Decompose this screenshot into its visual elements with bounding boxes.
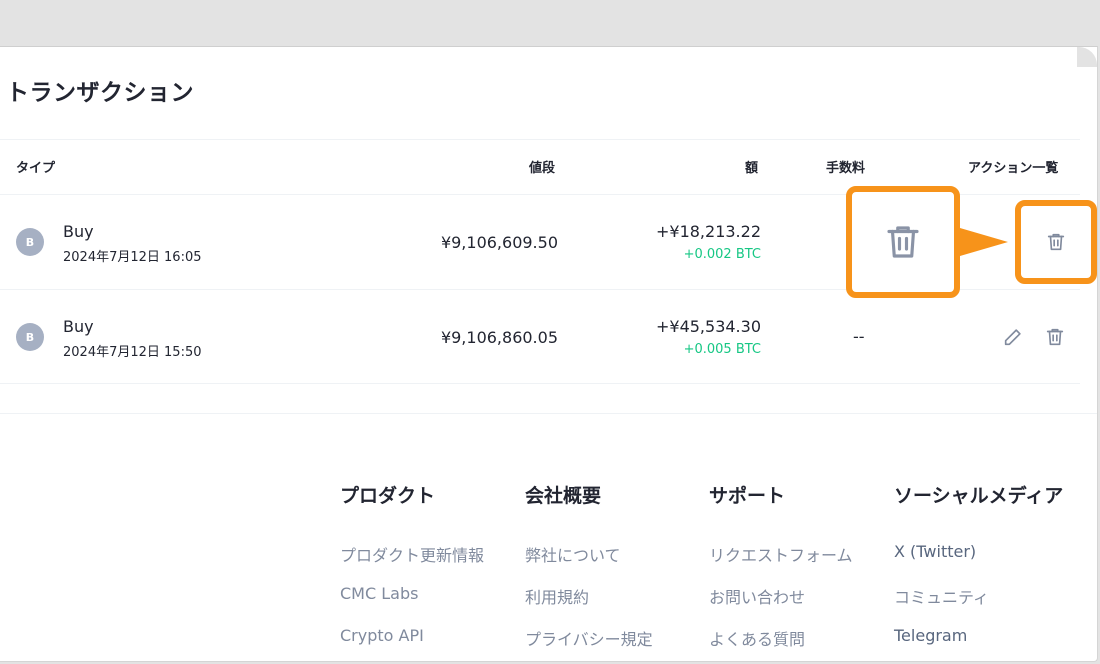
pointer-arrow [960, 228, 1008, 256]
column-header-fee[interactable]: 手数料 [826, 157, 865, 176]
footer-divider [0, 413, 1097, 414]
footer-link-faq[interactable]: よくある質問 [709, 626, 805, 650]
table-row[interactable]: B Buy 2024年7月12日 15:50 ¥9,106,860.05 +¥4… [0, 290, 1080, 384]
footer-link-product-updates[interactable]: プロダクト更新情報 [340, 542, 484, 566]
footer-link-contact[interactable]: お問い合わせ [709, 584, 805, 608]
transaction-quantity: +0.002 BTC [683, 247, 761, 262]
bitcoin-coin-icon: B [16, 323, 44, 351]
trash-button-highlight[interactable] [1015, 200, 1097, 284]
enlarged-trash-callout [846, 186, 960, 298]
footer-link-terms[interactable]: 利用規約 [525, 584, 589, 608]
column-header-price[interactable]: 値段 [529, 157, 555, 176]
trash-icon[interactable] [1043, 325, 1067, 349]
transaction-price: ¥9,106,860.05 [440, 328, 558, 347]
footer-heading-support: サポート [709, 485, 786, 507]
main-window: トランザクション タイプ 値段 額 手数料 アクション一覧 B Buy 2024… [0, 46, 1098, 662]
transaction-type: Buy [63, 317, 94, 336]
transaction-quantity: +0.005 BTC [683, 342, 761, 357]
transaction-type: Buy [63, 222, 94, 241]
transaction-price: ¥9,106,609.50 [440, 233, 558, 252]
column-header-amount[interactable]: 額 [745, 157, 758, 176]
transaction-amount: +¥18,213.22 [655, 222, 761, 241]
column-header-actions: アクション一覧 [968, 161, 1059, 176]
page-title: トランザクション [6, 80, 194, 106]
footer-link-telegram[interactable]: Telegram [894, 626, 967, 645]
trash-icon[interactable] [1045, 231, 1067, 253]
footer-link-privacy[interactable]: プライバシー規定 [525, 626, 653, 650]
footer-link-about[interactable]: 弊社について [525, 542, 621, 566]
footer-heading-company: 会社概要 [525, 485, 602, 507]
footer-heading-product: プロダクト [340, 485, 436, 507]
transaction-date: 2024年7月12日 16:05 [63, 250, 202, 265]
pencil-icon[interactable] [1001, 325, 1025, 349]
transaction-amount: +¥45,534.30 [655, 317, 761, 336]
trash-icon [887, 226, 919, 258]
column-header-type[interactable]: タイプ [16, 157, 55, 176]
transaction-date: 2024年7月12日 15:50 [63, 345, 202, 360]
window-corner [1077, 47, 1097, 67]
footer-heading-social: ソーシャルメディア [894, 485, 1064, 507]
transaction-fee: -- [853, 327, 865, 346]
footer-link-request-form[interactable]: リクエストフォーム [709, 542, 853, 566]
footer-link-twitter[interactable]: X (Twitter) [894, 542, 976, 561]
divider [0, 383, 1080, 384]
footer-link-crypto-api[interactable]: Crypto API [340, 626, 424, 645]
bitcoin-coin-icon: B [16, 228, 44, 256]
footer-link-cmc-labs[interactable]: CMC Labs [340, 584, 418, 603]
divider [0, 139, 1080, 140]
footer-link-community[interactable]: コミュニティ [894, 584, 989, 608]
